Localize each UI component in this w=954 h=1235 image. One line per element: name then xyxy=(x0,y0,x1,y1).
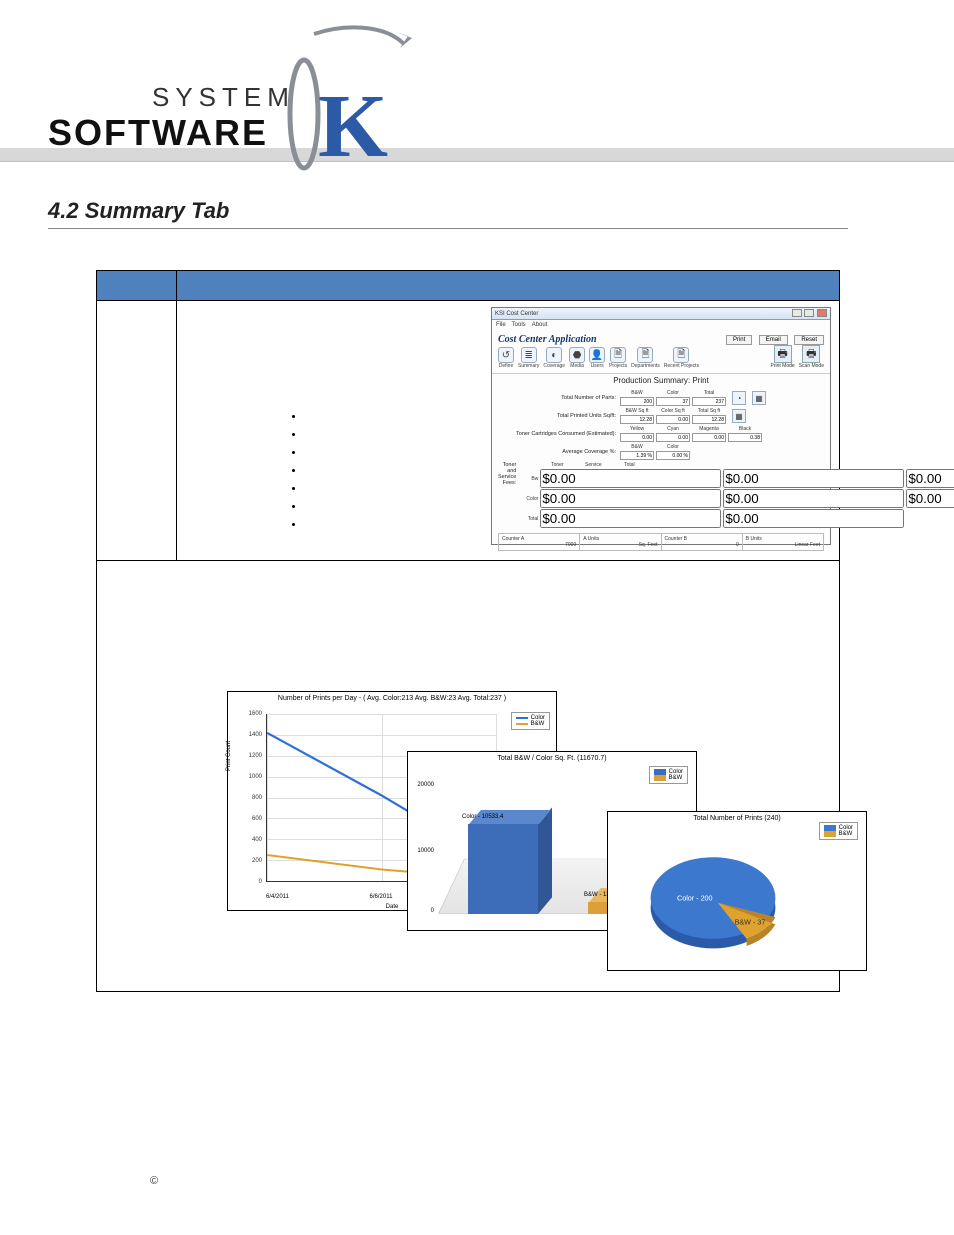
window-title: KSI Cost Center xyxy=(495,311,538,317)
logo-line2: SOFTWARE xyxy=(48,112,268,154)
minimize-icon[interactable] xyxy=(792,309,802,317)
sqft-total[interactable] xyxy=(692,415,726,424)
cov-bw[interactable] xyxy=(620,451,654,460)
close-icon[interactable] xyxy=(817,309,827,317)
document-icon: 🗎 xyxy=(637,347,653,363)
email-button[interactable]: Email xyxy=(759,335,788,345)
y-axis: 1600 1400 1200 1000 800 600 400 200 0 xyxy=(236,714,264,882)
document-icon: 🗎 xyxy=(673,347,689,363)
tb-scan-mode[interactable]: 🖶Scan Mode xyxy=(799,345,824,369)
toner-c[interactable] xyxy=(656,433,690,442)
parts-bw[interactable] xyxy=(620,397,654,406)
footer-copyright: © xyxy=(150,1175,158,1187)
media-icon: ⬣ xyxy=(569,347,585,363)
app-toolbar: ↺Define ≣Summary ◐Coverage ⬣Media 👤Users… xyxy=(492,345,830,374)
logo-line1: SYSTEM xyxy=(152,82,295,113)
slice-label-color: Color - 200 xyxy=(677,893,713,902)
window-buttons xyxy=(791,309,827,319)
legend: Color B&W xyxy=(511,712,550,730)
logo: SYSTEM SOFTWARE K xyxy=(24,24,394,164)
user-icon: 👤 xyxy=(589,347,605,363)
row-total-printed: Total Printed Units Sq/ft: B&W Sq ft Col… xyxy=(492,407,830,425)
slice-label-bw: B&W - 37 xyxy=(735,917,766,926)
print-button[interactable]: Print xyxy=(726,335,752,345)
sqft-bw[interactable] xyxy=(620,415,654,424)
tb-recent[interactable]: 🗎Recent Projects xyxy=(664,347,699,369)
row-coverage: Average Coverage %: B&W Color xyxy=(492,443,830,461)
tb-define[interactable]: ↺Define xyxy=(498,347,514,369)
reset-button[interactable]: Reset xyxy=(794,335,824,345)
document-icon: 🗎 xyxy=(610,347,626,363)
parts-total[interactable] xyxy=(692,397,726,406)
tb-departments[interactable]: 🗎Departments xyxy=(631,347,660,369)
menu-file[interactable]: File xyxy=(496,322,506,328)
app-menubar: File Tools About xyxy=(492,320,830,330)
parts-color[interactable] xyxy=(656,397,690,406)
chart-title: Number of Prints per Day - ( Avg. Color:… xyxy=(228,692,556,705)
legend: Color B&W xyxy=(649,766,688,784)
grid-icon[interactable]: ▦ xyxy=(752,391,766,405)
tb-summary[interactable]: ≣Summary xyxy=(518,347,539,369)
chart-title: Total B&W / Color Sq. Ft. (11670.7) xyxy=(408,752,696,765)
grid-icon[interactable]: ▦ xyxy=(732,409,746,423)
tb-print-mode[interactable]: 🖶Print Mode xyxy=(771,345,795,369)
printer-icon: 🖶 xyxy=(774,345,792,363)
toner-k[interactable] xyxy=(728,433,762,442)
sqft-color[interactable] xyxy=(656,415,690,424)
toner-y[interactable] xyxy=(620,433,654,442)
chart-pie-prints: Total Number of Prints (240) Color B&W C… xyxy=(607,811,867,971)
menu-about[interactable]: About xyxy=(532,322,548,328)
tb-projects[interactable]: 🗎Projects xyxy=(609,347,627,369)
pie: Color - 200 B&W - 37 xyxy=(638,838,788,958)
legend: Color B&W xyxy=(819,822,858,840)
tb-media[interactable]: ⬣Media xyxy=(569,347,585,369)
counters-row: Counter A7000 A UnitsSq. Feet Counter B0… xyxy=(498,533,824,551)
doc-table: KSI Cost Center File Tools About Cost Ce… xyxy=(96,270,840,992)
tb-coverage[interactable]: ◐Coverage xyxy=(543,347,565,369)
app-subtitle: Production Summary: Print xyxy=(492,374,830,389)
toner-m[interactable] xyxy=(692,433,726,442)
app-window: KSI Cost Center File Tools About Cost Ce… xyxy=(491,307,831,545)
row-toner: Toner Cartridges Consumed (Estimated): Y… xyxy=(492,425,830,443)
y-axis-label: Print Count xyxy=(226,741,232,771)
printer-icon: 🖶 xyxy=(802,345,820,363)
section-title: 4.2 Summary Tab xyxy=(48,198,848,229)
refresh-icon: ↺ xyxy=(498,347,514,363)
row-fees: Toner and Service Fees: Toner Service To… xyxy=(492,461,830,529)
app-titlebar: KSI Cost Center xyxy=(492,308,830,320)
pie-icon[interactable]: ◔ xyxy=(732,391,746,405)
app-heading: Cost Center Application xyxy=(498,334,597,345)
table-header-row xyxy=(97,271,839,301)
tb-users[interactable]: 👤Users xyxy=(589,347,605,369)
logo-k-icon: K xyxy=(284,24,434,174)
row-total-parts: Total Number of Parts: B&W Color Total ◔… xyxy=(492,389,830,407)
coverage-icon: ◐ xyxy=(546,347,562,363)
svg-text:K: K xyxy=(318,77,388,174)
cov-color[interactable] xyxy=(656,451,690,460)
list-icon: ≣ xyxy=(521,347,537,363)
maximize-icon[interactable] xyxy=(804,309,814,317)
menu-tools[interactable]: Tools xyxy=(512,322,526,328)
